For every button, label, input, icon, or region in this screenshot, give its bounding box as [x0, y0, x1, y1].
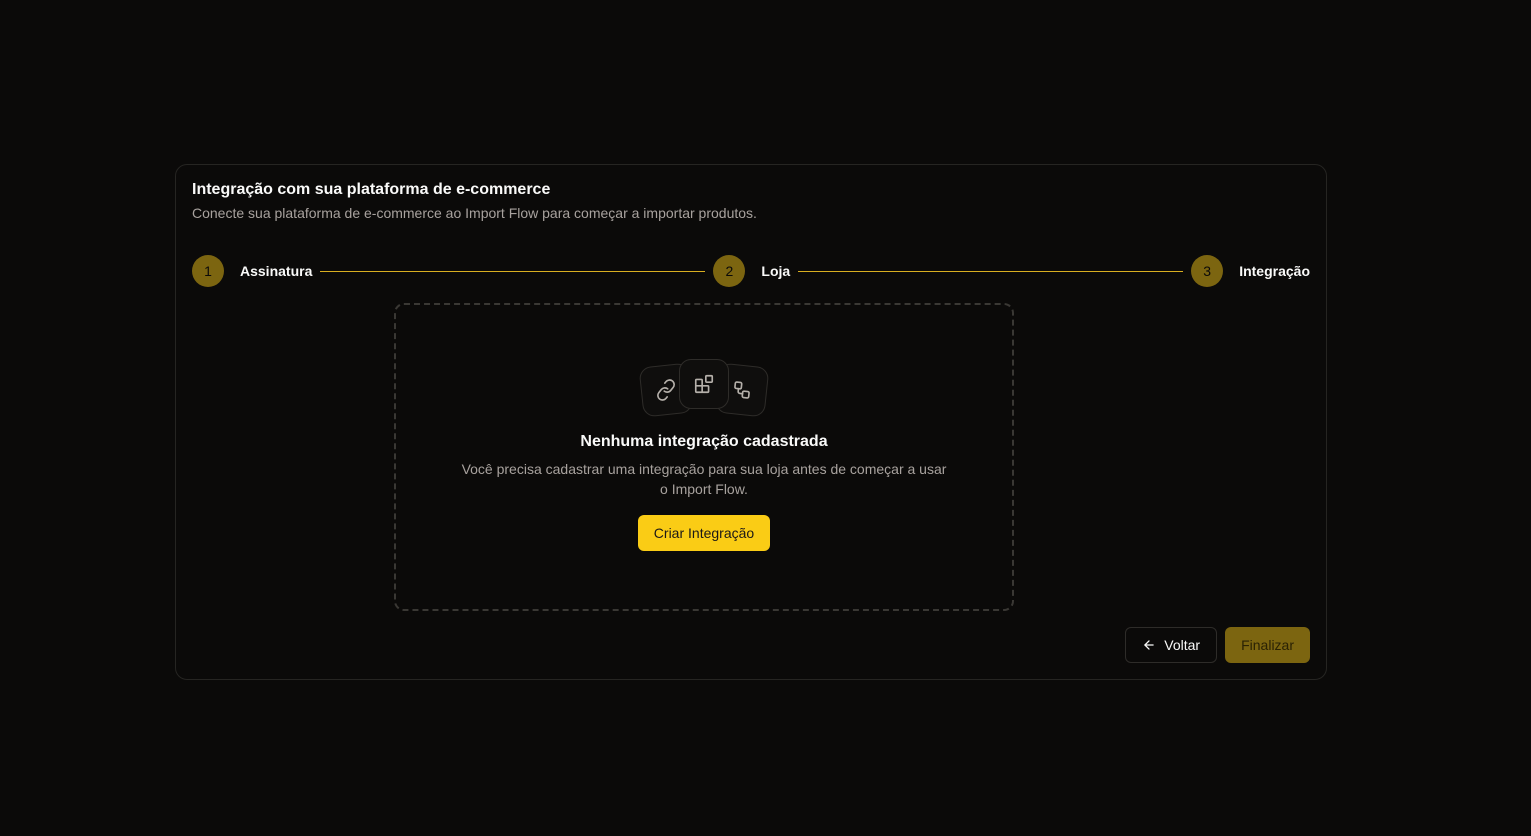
step-number: 2	[713, 255, 746, 287]
step-assinatura: 1 Assinatura	[192, 255, 312, 287]
step-connector	[798, 270, 1184, 272]
step-number: 3	[1191, 255, 1224, 287]
create-integration-button[interactable]: Criar Integração	[637, 515, 771, 551]
step-label: Integração	[1239, 263, 1311, 279]
empty-state: Nenhuma integração cadastrada Você preci…	[394, 303, 1014, 611]
stepper: 1 Assinatura 2 Loja 3 Integração	[192, 255, 1310, 287]
empty-state-description: Você precisa cadastrar uma integração pa…	[461, 461, 947, 497]
back-button[interactable]: Voltar	[1125, 627, 1218, 663]
step-number: 1	[192, 255, 224, 287]
back-button-label: Voltar	[1164, 637, 1201, 653]
card-title: Integração com sua plataforma de e-comme…	[192, 181, 551, 198]
step-label: Loja	[761, 263, 791, 279]
card-description: Conecte sua plataforma de e-commerce ao …	[192, 205, 757, 221]
integration-card: Integração com sua plataforma de e-comme…	[175, 164, 1327, 680]
step-loja: 2 Loja	[713, 255, 790, 287]
empty-state-icons	[638, 359, 770, 419]
finish-button[interactable]: Finalizar	[1225, 627, 1310, 663]
step-integracao: 3 Integração	[1191, 255, 1310, 287]
arrow-left-icon	[1144, 640, 1155, 650]
step-label: Assinatura	[240, 263, 313, 279]
empty-state-title: Nenhuma integração cadastrada	[580, 433, 828, 450]
step-connector	[320, 270, 706, 272]
blocks-icon	[679, 359, 729, 409]
footer-actions: Voltar Finalizar	[1125, 627, 1310, 663]
